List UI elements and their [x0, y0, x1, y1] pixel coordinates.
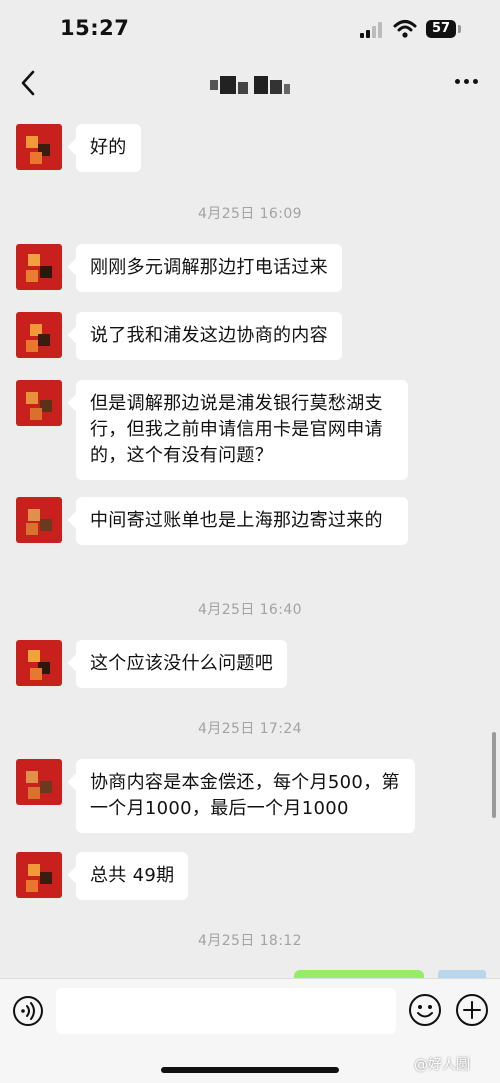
avatar[interactable] [16, 852, 62, 898]
more-options-button[interactable] [452, 70, 482, 94]
message-bubble[interactable]: 刚刚多元调解那边打电话过来 [76, 244, 342, 292]
message-bubble[interactable]: 说了我和浦发这边协商的内容 [76, 312, 342, 360]
message-bubble[interactable]: 总共 49期 [76, 852, 189, 900]
emoji-icon [409, 994, 441, 1026]
my-avatar-partial[interactable] [438, 970, 486, 978]
avatar[interactable] [16, 380, 62, 426]
battery-nub [458, 25, 461, 33]
chat-header [0, 60, 500, 108]
avatar[interactable] [16, 124, 62, 170]
emoji-button[interactable] [408, 993, 442, 1027]
message-bubble[interactable]: 但是调解那边说是浦发银行莫愁湖支行，但我之前申请信用卡是官网申请的，这个有没有问… [76, 380, 408, 480]
avatar[interactable] [16, 497, 62, 543]
home-indicator[interactable] [161, 1067, 339, 1073]
chat-messages: 好的 4月25日 16:09 刚刚多元调解那边打电话过来 说了我和浦发这边协商的… [0, 108, 500, 976]
back-button[interactable] [14, 68, 44, 98]
wifi-icon [393, 20, 417, 38]
avatar[interactable] [16, 759, 62, 805]
cellular-signal-icon [360, 22, 384, 38]
message-timestamp: 4月25日 18:12 [198, 933, 302, 949]
chevron-left-icon [21, 70, 35, 96]
status-bar: 15:27 57 [0, 0, 500, 60]
message-bubble[interactable]: 这个应该没什么问题吧 [76, 640, 287, 688]
avatar[interactable] [16, 244, 62, 290]
watermark: @好人圆 [414, 1057, 470, 1073]
chat-title-pixelated [210, 76, 290, 94]
plus-icon [456, 994, 488, 1026]
message-bubble[interactable]: 协商内容是本金偿还，每个月500，第一个月1000，最后一个月1000 [76, 759, 415, 833]
message-bubble[interactable]: 好的 [76, 124, 141, 172]
voice-button[interactable] [12, 995, 44, 1027]
message-bubble[interactable]: 中间寄过账单也是上海那边寄过来的 [76, 497, 408, 545]
message-timestamp: 4月25日 16:09 [198, 206, 302, 222]
scrollbar-thumb[interactable] [492, 732, 496, 818]
avatar[interactable] [16, 640, 62, 686]
voice-icon [21, 1002, 35, 1020]
message-input[interactable] [56, 988, 396, 1034]
status-time: 15:27 [60, 16, 130, 40]
message-timestamp: 4月25日 16:40 [198, 602, 302, 618]
battery-indicator: 57 [426, 20, 456, 38]
outgoing-message-bubble-partial[interactable] [294, 970, 424, 978]
avatar[interactable] [16, 312, 62, 358]
message-timestamp: 4月25日 17:24 [198, 721, 302, 737]
more-functions-button[interactable] [455, 993, 489, 1027]
